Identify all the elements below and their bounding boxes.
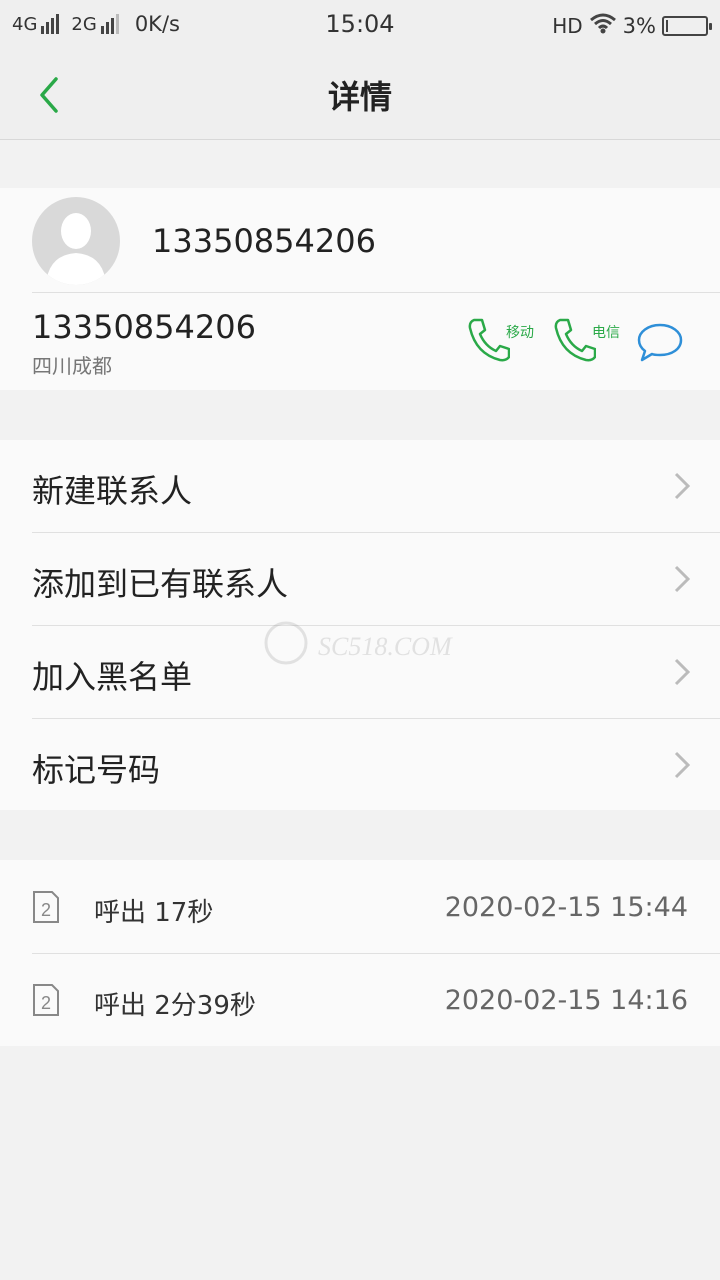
call-datetime: 2020-02-15 14:16 xyxy=(444,985,688,1016)
battery-percent: 3% xyxy=(622,14,656,38)
message-icon xyxy=(637,323,683,362)
person-icon xyxy=(46,213,106,285)
page-title: 详情 xyxy=(327,78,392,116)
divider xyxy=(32,292,720,293)
chevron-right-icon xyxy=(674,565,690,593)
chevron-right-icon xyxy=(674,472,690,500)
battery-icon xyxy=(662,16,712,36)
phone-icon xyxy=(554,318,596,362)
sim-number: 2 xyxy=(41,993,51,1013)
call-type: 呼出 2分39秒 xyxy=(94,991,256,1021)
sim-number: 2 xyxy=(41,900,51,920)
menu-item-new-contact[interactable]: 新建联系人 xyxy=(0,440,720,532)
menu-item-label: 添加到已有联系人 xyxy=(32,565,289,603)
message-button[interactable] xyxy=(636,322,684,366)
phone-icon xyxy=(468,318,510,362)
call-datetime: 2020-02-15 15:44 xyxy=(444,892,688,923)
sim-icon: 2 xyxy=(32,890,60,928)
avatar xyxy=(32,197,120,285)
menu-item-mark-number[interactable]: 标记号码 xyxy=(0,719,720,811)
call-log-row[interactable]: 2 呼出 17秒 2020-02-15 15:44 xyxy=(0,860,720,953)
chevron-right-icon xyxy=(674,751,690,779)
menu-item-blacklist[interactable]: 加入黑名单 xyxy=(0,626,720,718)
call-log: 2 呼出 17秒 2020-02-15 15:44 2 呼出 2分39秒 202… xyxy=(0,860,720,1046)
call-telecom-label: 电信 xyxy=(592,325,620,341)
wifi-icon xyxy=(589,12,617,40)
call-telecom-button[interactable]: 电信 xyxy=(552,316,620,362)
hd-indicator: HD xyxy=(552,14,583,38)
number-location: 四川成都 xyxy=(32,354,112,378)
sim-icon: 2 xyxy=(32,983,60,1021)
call-type: 呼出 17秒 xyxy=(94,898,214,928)
phone-number[interactable]: 13350854206 xyxy=(32,308,256,346)
menu-item-label: 标记号码 xyxy=(32,751,161,789)
chevron-right-icon xyxy=(674,658,690,686)
call-log-row[interactable]: 2 呼出 2分39秒 2020-02-15 14:16 xyxy=(0,953,720,1046)
status-bar: 4G 2G 0K/s 15:04 HD 3% xyxy=(0,0,720,50)
menu-item-label: 加入黑名单 xyxy=(32,658,193,696)
header: 详情 xyxy=(0,50,720,140)
actions-list: 新建联系人 添加到已有联系人 加入黑名单 标记号码 xyxy=(0,440,720,810)
call-mobile-label: 移动 xyxy=(506,325,534,341)
call-mobile-button[interactable]: 移动 xyxy=(466,316,534,362)
contact-name: 13350854206 xyxy=(152,222,376,260)
menu-item-label: 新建联系人 xyxy=(32,472,193,510)
menu-item-add-existing[interactable]: 添加到已有联系人 xyxy=(0,533,720,625)
contact-card: 13350854206 13350854206 四川成都 移动 电信 xyxy=(0,188,720,390)
